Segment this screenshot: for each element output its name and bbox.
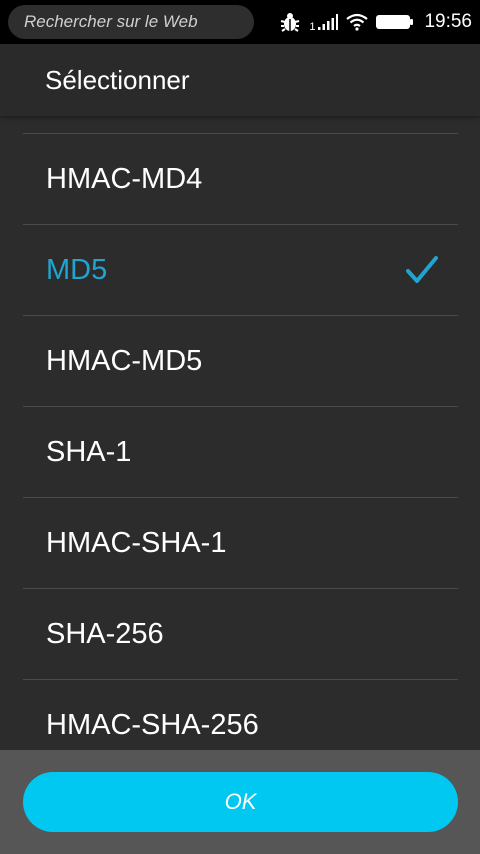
item-label: MD5	[46, 254, 108, 286]
search-placeholder: Rechercher sur le Web	[24, 12, 198, 31]
item-label: SHA-1	[46, 436, 132, 468]
battery-icon	[376, 14, 414, 30]
clock: 19:56	[424, 11, 472, 32]
dialog-footer: OK	[0, 750, 480, 854]
status-icons: 1 19:56	[279, 0, 472, 44]
dialog-title: Sélectionner	[45, 65, 190, 95]
item-label: SHA-256	[46, 618, 164, 650]
list-item-sha-256[interactable]: SHA-256	[23, 589, 458, 680]
dialog-header: Sélectionner	[0, 44, 480, 116]
sim-number: 1	[309, 21, 316, 33]
item-label: HMAC-SHA-256	[46, 709, 259, 741]
wifi-icon	[346, 13, 369, 31]
option-list[interactable]: HMAC-MD4 MD5 HMAC-MD5 SHA-1 HMAC-SHA-1 S…	[23, 116, 458, 750]
ok-button[interactable]: OK	[23, 772, 458, 832]
list-item-sha-1[interactable]: SHA-1	[23, 407, 458, 498]
list-item-hmac-md4[interactable]: HMAC-MD4	[23, 134, 458, 225]
search-bar[interactable]: Rechercher sur le Web	[8, 5, 254, 39]
bug-icon	[279, 11, 301, 33]
list-item-hmac-sha-1[interactable]: HMAC-SHA-1	[23, 498, 458, 589]
item-label: HMAC-MD4	[46, 163, 203, 195]
checkmark-icon	[406, 256, 438, 283]
status-bar: Rechercher sur le Web 1 19:56	[0, 0, 480, 44]
list-item-hmac-sha-256[interactable]: HMAC-SHA-256	[23, 680, 458, 750]
signal-icon: 1	[309, 14, 339, 33]
item-label: HMAC-SHA-1	[46, 527, 227, 559]
list-item-md5[interactable]: MD5	[23, 225, 458, 316]
list-item-hmac-md5[interactable]: HMAC-MD5	[23, 316, 458, 407]
item-label: HMAC-MD5	[46, 345, 203, 377]
